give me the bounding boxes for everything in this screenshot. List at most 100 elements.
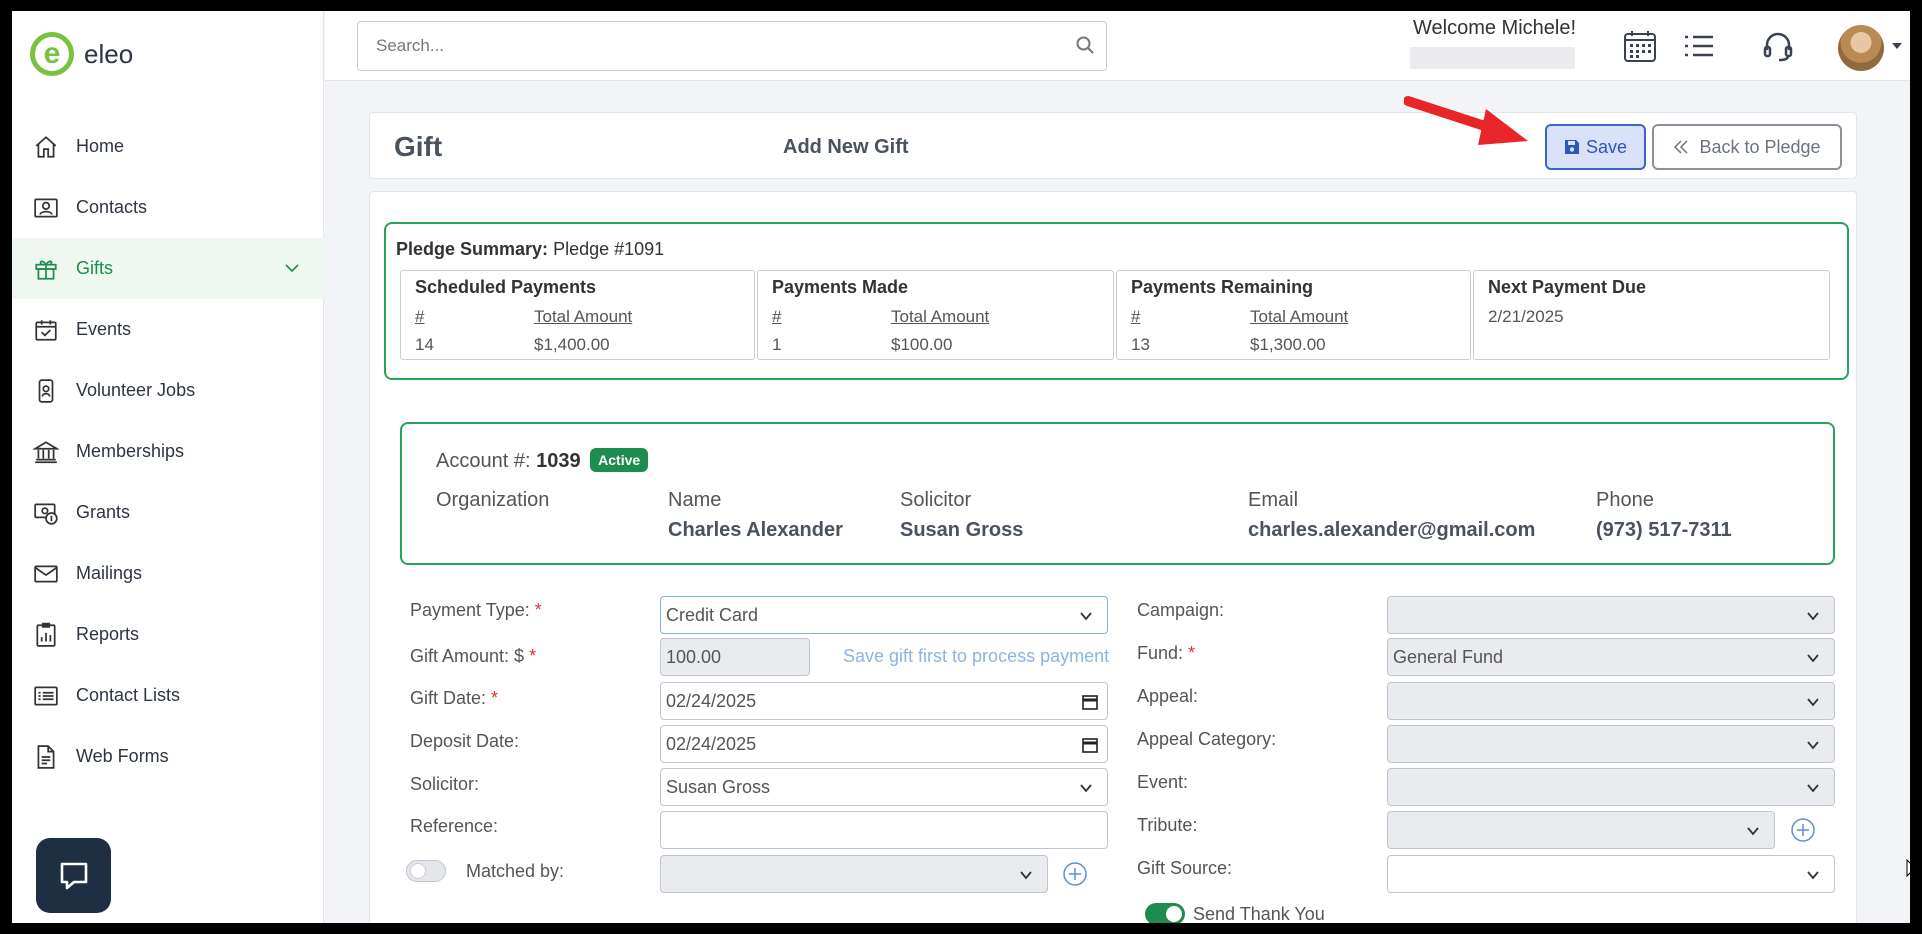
gift-amount-input[interactable]: 100.00 bbox=[660, 638, 810, 676]
deposit-date-input[interactable]: 02/24/2025 bbox=[660, 725, 1108, 763]
event-select[interactable] bbox=[1387, 768, 1835, 806]
badge-icon bbox=[32, 377, 60, 405]
chevron-down-icon[interactable] bbox=[282, 258, 302, 278]
email-label: Email bbox=[1248, 489, 1299, 511]
search-icon[interactable] bbox=[1075, 35, 1095, 55]
amount-header: Total Amount bbox=[534, 307, 633, 326]
gift-date-input[interactable]: 02/24/2025 bbox=[660, 682, 1108, 720]
pledge-summary: Pledge Summary: Pledge #1091 Scheduled P… bbox=[384, 222, 1849, 380]
sidebar-item-gifts[interactable]: Gifts bbox=[12, 238, 324, 299]
sidebar-item-grants[interactable]: Grants bbox=[12, 482, 324, 543]
sidebar-item-label: Events bbox=[76, 319, 132, 339]
appeal-label: Appeal: bbox=[1137, 686, 1199, 706]
task-list-icon[interactable] bbox=[1681, 28, 1717, 64]
send-thank-you-label: Send Thank You bbox=[1193, 904, 1325, 923]
payment-type-select[interactable]: Credit Card bbox=[660, 596, 1108, 634]
sidebar-item-contact-lists[interactable]: Contact Lists bbox=[12, 665, 324, 726]
reference-input[interactable] bbox=[660, 811, 1108, 849]
sidebar-item-memberships[interactable]: Memberships bbox=[12, 421, 324, 482]
campaign-label: Campaign: bbox=[1137, 600, 1225, 620]
send-thank-you-toggle[interactable] bbox=[1145, 903, 1185, 923]
process-payment-hint[interactable]: Save gift first to process payment bbox=[843, 646, 1109, 667]
sidebar-item-label: Contacts bbox=[76, 197, 148, 217]
chevron-down-icon bbox=[1080, 784, 1092, 793]
caret-down-icon[interactable] bbox=[1890, 39, 1904, 53]
organization-label: Organization bbox=[436, 489, 550, 511]
sidebar-item-label: Gifts bbox=[76, 258, 114, 278]
scheduled-payments-cell: Scheduled Payments # Total Amount 14 $1,… bbox=[400, 270, 755, 360]
sidebar-item-label: Home bbox=[76, 136, 125, 156]
gift-source-select[interactable] bbox=[1387, 855, 1835, 893]
fund-value: General Fund bbox=[1393, 646, 1504, 667]
list-icon bbox=[32, 682, 60, 710]
pledge-summary-heading: Pledge Summary: Pledge #1091 bbox=[396, 239, 664, 260]
payments-remaining-cell: Payments Remaining # Total Amount 13 $1,… bbox=[1116, 270, 1471, 360]
solicitor-select[interactable]: Susan Gross bbox=[660, 768, 1108, 806]
mouse-cursor-icon bbox=[1906, 859, 1910, 878]
event-label: Event: bbox=[1137, 772, 1189, 792]
save-button[interactable]: Save bbox=[1545, 124, 1646, 170]
toggle-knob bbox=[410, 863, 426, 879]
campaign-select[interactable] bbox=[1387, 596, 1835, 634]
sidebar-item-contacts[interactable]: Contacts bbox=[12, 177, 324, 238]
sidebar-item-web-forms[interactable]: Web Forms bbox=[12, 726, 324, 787]
appeal-category-select[interactable] bbox=[1387, 725, 1835, 763]
sidebar-item-label: Contact Lists bbox=[76, 685, 181, 705]
payment-type-label: Payment Type: * bbox=[410, 600, 542, 620]
appeal-select[interactable] bbox=[1387, 682, 1835, 720]
logo-text: eleo bbox=[84, 38, 134, 69]
pledge-number: Pledge #1091 bbox=[553, 239, 665, 259]
tribute-select[interactable] bbox=[1387, 811, 1775, 849]
chat-bubble-icon bbox=[60, 862, 87, 889]
count-value: 13 bbox=[1131, 335, 1150, 354]
cell-title: Payments Remaining bbox=[1131, 277, 1314, 297]
back-button-label: Back to Pledge bbox=[1699, 136, 1821, 157]
gift-source-label: Gift Source: bbox=[1137, 858, 1233, 878]
next-payment-date: 2/21/2025 bbox=[1488, 307, 1564, 326]
logo[interactable]: e eleo bbox=[30, 32, 133, 76]
calendar-icon[interactable] bbox=[1081, 736, 1099, 754]
sidebar-item-label: Mailings bbox=[76, 563, 143, 583]
amount-header: Total Amount bbox=[1250, 307, 1349, 326]
search-input[interactable] bbox=[357, 21, 1107, 71]
name-value: Charles Alexander bbox=[668, 519, 843, 541]
chevron-down-icon bbox=[1807, 654, 1819, 663]
sidebar-item-home[interactable]: Home bbox=[12, 116, 324, 177]
name-label: Name bbox=[668, 489, 722, 511]
page-subtitle: Add New Gift bbox=[783, 136, 909, 158]
chevron-down-icon bbox=[1807, 612, 1819, 621]
gift-form-panel: Pledge Summary: Pledge #1091 Scheduled P… bbox=[369, 191, 1857, 923]
document-icon bbox=[32, 743, 60, 771]
report-icon bbox=[32, 621, 60, 649]
sidebar-item-events[interactable]: Events bbox=[12, 299, 324, 360]
sidebar-item-volunteer-jobs[interactable]: Volunteer Jobs bbox=[12, 360, 324, 421]
sidebar-item-label: Web Forms bbox=[76, 746, 169, 766]
gift-amount-value: 100.00 bbox=[666, 646, 722, 667]
headset-support-icon[interactable] bbox=[1760, 28, 1796, 64]
add-circle-icon[interactable] bbox=[1790, 817, 1816, 843]
chat-support-button[interactable] bbox=[36, 838, 111, 913]
back-to-pledge-button[interactable]: Back to Pledge bbox=[1652, 124, 1842, 170]
add-circle-icon[interactable] bbox=[1062, 861, 1088, 887]
avatar[interactable] bbox=[1838, 25, 1884, 71]
sidebar-item-label: Volunteer Jobs bbox=[76, 380, 196, 400]
sidebar-item-label: Reports bbox=[76, 624, 140, 644]
sidebar-item-mailings[interactable]: Mailings bbox=[12, 543, 324, 604]
sidebar-item-reports[interactable]: Reports bbox=[12, 604, 324, 665]
top-header: Welcome Michele! bbox=[325, 11, 1910, 81]
page-header-panel: Gift Add New Gift Save Back to Pledge bbox=[369, 112, 1857, 179]
chevron-down-icon bbox=[1080, 612, 1092, 621]
amount-value: $1,300.00 bbox=[1250, 335, 1326, 354]
fund-select[interactable]: General Fund bbox=[1387, 638, 1835, 676]
deposit-date-label: Deposit Date: bbox=[410, 731, 520, 751]
next-payment-cell: Next Payment Due 2/21/2025 bbox=[1473, 270, 1830, 360]
calendar-icon[interactable] bbox=[1622, 28, 1658, 64]
matched-by-select[interactable] bbox=[660, 855, 1048, 893]
matched-by-toggle[interactable] bbox=[406, 860, 446, 882]
annotation-arrow-icon bbox=[1404, 96, 1528, 145]
payment-type-value: Credit Card bbox=[666, 604, 759, 625]
calendar-icon[interactable] bbox=[1081, 693, 1099, 711]
phone-label: Phone bbox=[1596, 489, 1654, 511]
account-number-value: 1039 bbox=[536, 450, 581, 472]
bank-icon bbox=[32, 438, 60, 466]
